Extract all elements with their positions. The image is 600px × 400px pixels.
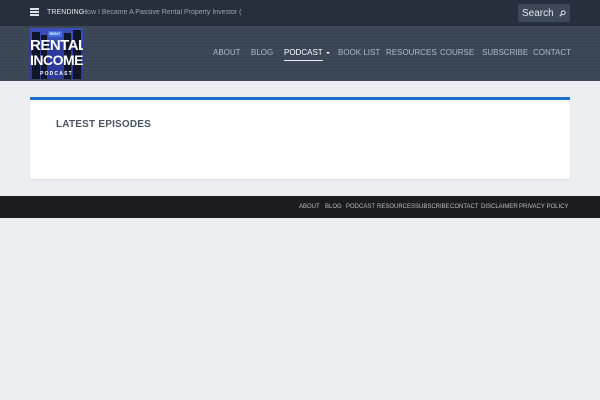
hamburger-menu-icon[interactable] xyxy=(30,8,39,16)
search-icon[interactable] xyxy=(559,10,566,17)
logo-text-podcast: PODCAST xyxy=(40,71,73,77)
footer-link-podcast[interactable]: PODCAST xyxy=(346,204,375,210)
footer-link-contact[interactable]: CONTACT xyxy=(450,204,479,210)
nav-item-subscribe[interactable]: SUBSCRIBE xyxy=(482,48,528,57)
site-footer: ABOUT BLOG PODCAST RESOURCES SUBSCRIBE C… xyxy=(0,196,600,218)
footer-link-resources[interactable]: RESOURCES xyxy=(377,204,415,210)
trending-article-link[interactable]: How I Became A Passive Rental Property I… xyxy=(82,9,242,16)
active-nav-underline xyxy=(284,60,323,61)
nav-item-course[interactable]: COURSE xyxy=(440,48,474,57)
trending-label: TRENDING: xyxy=(47,9,87,16)
search-input[interactable] xyxy=(518,4,558,22)
site-header: RENT RENTAL INCOME PODCAST ABOUT BLOG PO… xyxy=(0,26,600,81)
footer-link-blog[interactable]: BLOG xyxy=(325,204,342,210)
search-box xyxy=(518,4,570,22)
nav-item-blog[interactable]: BLOG xyxy=(251,48,273,57)
nav-item-about[interactable]: ABOUT xyxy=(213,48,241,57)
latest-episodes-card: LATEST EPISODES xyxy=(30,97,570,179)
nav-item-podcast-label: PODCAST xyxy=(284,48,323,57)
nav-item-book-list[interactable]: BOOK LIST xyxy=(338,48,380,57)
chevron-down-icon xyxy=(325,52,330,54)
footer-link-about[interactable]: ABOUT xyxy=(299,204,320,210)
footer-link-privacy-policy[interactable]: PRIVACY POLICY xyxy=(519,204,568,210)
top-bar: TRENDING: How I Became A Passive Rental … xyxy=(0,0,600,26)
footer-link-subscribe[interactable]: SUBSCRIBE xyxy=(415,204,450,210)
page-title: LATEST EPISODES xyxy=(56,119,152,130)
footer-link-disclaimer[interactable]: DISCLAIMER xyxy=(481,204,518,210)
nav-item-podcast[interactable]: PODCAST xyxy=(284,48,330,57)
nav-item-contact[interactable]: CONTACT xyxy=(533,48,571,57)
nav-item-resources[interactable]: RESOURCES xyxy=(386,48,437,57)
